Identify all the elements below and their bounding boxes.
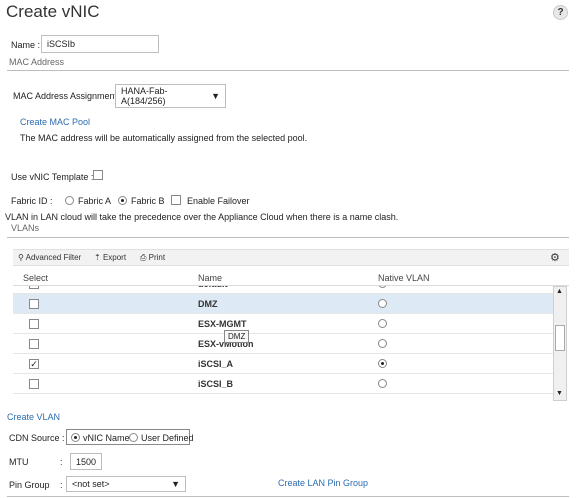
fabric-id-label: Fabric ID :	[11, 196, 53, 206]
fabric-a-label: Fabric A	[78, 196, 112, 206]
fabric-a-radio[interactable]	[65, 196, 74, 205]
select-column-header[interactable]: Select	[23, 273, 48, 283]
export-icon: ⇡	[94, 253, 101, 262]
gear-icon[interactable]: ⚙	[550, 251, 560, 264]
table-row[interactable]: DMZ	[13, 294, 553, 314]
create-vlan-link[interactable]: Create VLAN	[7, 412, 60, 422]
vlan-table-body: default DMZ ESX-MGMT ESX-vMotion ✓ iSCSI…	[13, 286, 553, 401]
scrollbar-thumb[interactable]	[555, 325, 565, 351]
pin-group-colon: :	[60, 480, 63, 490]
vlan-name: iSCSI_A	[198, 359, 234, 369]
pin-group-value: <not set>	[72, 479, 110, 489]
name-label: Name :	[11, 40, 41, 50]
vlan-name: ESX-MGMT	[198, 319, 247, 329]
vlans-section-title: VLANs	[11, 223, 40, 233]
vlan-precedence-notice: VLAN in LAN cloud will take the preceden…	[5, 212, 399, 222]
scroll-up-icon[interactable]: ▲	[556, 288, 563, 295]
scroll-down-icon[interactable]: ▼	[556, 390, 563, 397]
vlan-table-toolbar: ⚲ Advanced Filter ⇡ Export ⎙ Print ⚙	[13, 249, 569, 266]
table-row[interactable]: ESX-MGMT	[13, 314, 553, 334]
cdn-user-defined-radio[interactable]	[129, 433, 138, 442]
mac-assignment-select[interactable]: HANA-Fab-A(184/256) ▼	[115, 84, 226, 108]
table-row[interactable]: ESX-vMotion	[13, 334, 553, 354]
mtu-label: MTU	[9, 457, 29, 467]
advanced-filter-button[interactable]: ⚲ Advanced Filter	[18, 253, 81, 262]
chevron-down-icon: ▼	[171, 479, 180, 489]
print-icon: ⎙	[140, 253, 147, 262]
mtu-input[interactable]: 1500	[70, 453, 102, 470]
mac-section-title: MAC Address	[9, 57, 65, 67]
vlan-name: iSCSI_B	[198, 379, 234, 389]
vlan-name: default	[198, 286, 228, 289]
native-vlan-radio[interactable]	[378, 299, 387, 308]
name-column-header[interactable]: Name	[198, 273, 222, 283]
cdn-user-defined-label: User Defined	[141, 433, 194, 443]
create-mac-pool-link[interactable]: Create MAC Pool	[20, 117, 90, 127]
native-vlan-radio[interactable]	[378, 319, 387, 328]
vlan-table-scrollbar[interactable]: ▲ ▼	[553, 286, 567, 401]
page-title: Create vNIC	[6, 2, 100, 21]
pin-group-label: Pin Group	[9, 480, 50, 490]
vlans-section-divider	[7, 237, 569, 238]
vlan-select-checkbox[interactable]	[29, 286, 39, 289]
vlan-select-checkbox[interactable]	[29, 319, 39, 329]
mac-assignment-value: HANA-Fab-A(184/256)	[121, 86, 168, 106]
vlan-select-checkbox[interactable]	[29, 379, 39, 389]
create-lan-pin-group-link[interactable]: Create LAN Pin Group	[278, 478, 368, 488]
filter-icon: ⚲	[18, 253, 24, 262]
pin-group-select[interactable]: <not set> ▼	[66, 476, 186, 492]
native-vlan-column-header[interactable]: Native VLAN	[378, 273, 430, 283]
cdn-vnic-name-radio[interactable]	[71, 433, 80, 442]
chevron-down-icon: ▼	[211, 91, 220, 101]
vlan-select-checkbox[interactable]	[29, 299, 39, 309]
vlan-table-header: Select Name Native VLAN	[13, 270, 569, 286]
print-button[interactable]: ⎙ Print	[140, 253, 165, 263]
native-vlan-radio[interactable]	[378, 286, 387, 288]
table-row[interactable]: iSCSI_B	[13, 374, 553, 394]
enable-failover-checkbox[interactable]	[171, 195, 181, 205]
native-vlan-radio[interactable]	[378, 359, 387, 368]
name-input[interactable]: iSCSIb	[41, 35, 159, 53]
mac-info-text: The MAC address will be automatically as…	[20, 133, 308, 143]
native-vlan-radio[interactable]	[378, 339, 387, 348]
help-icon[interactable]: ?	[553, 5, 568, 20]
table-row[interactable]: ✓ iSCSI_A	[13, 354, 553, 374]
cdn-source-label: CDN Source :	[9, 433, 65, 443]
enable-failover-label: Enable Failover	[187, 196, 250, 206]
mac-assignment-label: MAC Address Assignment:	[13, 91, 120, 101]
mtu-colon: :	[60, 457, 63, 467]
export-button[interactable]: ⇡ Export	[94, 253, 126, 262]
fabric-b-radio[interactable]	[118, 196, 127, 205]
vlan-tooltip: DMZ	[224, 330, 250, 343]
fabric-b-label: Fabric B	[131, 196, 165, 206]
vlan-select-checkbox[interactable]: ✓	[29, 359, 39, 369]
cdn-source-group: vNIC Name User Defined	[66, 429, 194, 445]
bottom-divider	[7, 496, 569, 497]
cdn-vnic-name-label: vNIC Name	[83, 433, 130, 443]
native-vlan-radio[interactable]	[378, 379, 387, 388]
vnic-template-checkbox[interactable]	[93, 170, 103, 180]
table-row[interactable]: default	[13, 286, 553, 294]
mac-section-divider	[7, 70, 569, 71]
vnic-template-label: Use vNIC Template :	[11, 172, 94, 182]
vlan-name: DMZ	[198, 299, 218, 309]
vlan-select-checkbox[interactable]	[29, 339, 39, 349]
